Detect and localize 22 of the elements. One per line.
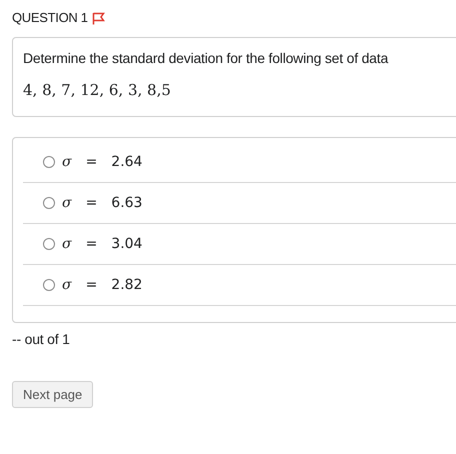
equals-sign: = — [86, 194, 98, 212]
radio-button[interactable] — [43, 279, 55, 291]
sigma-symbol: σ — [62, 194, 72, 212]
question-text: Determine the standard deviation for the following set of data — [23, 49, 390, 68]
option-value: 2.82 — [111, 276, 142, 294]
option-value: 3.04 — [111, 234, 142, 254]
score-text: -- out of 1 — [12, 330, 71, 349]
radio-button[interactable] — [43, 156, 55, 168]
sigma-symbol: σ — [62, 234, 72, 254]
flag-icon[interactable] — [92, 12, 105, 25]
equals-sign: = — [86, 234, 98, 254]
sigma-symbol: σ — [62, 276, 72, 294]
option-value: 2.64 — [111, 152, 142, 172]
radio-button[interactable] — [43, 238, 55, 250]
next-page-button[interactable]: Next page — [12, 381, 94, 408]
option-value: 6.63 — [111, 194, 142, 212]
equals-sign: = — [86, 276, 98, 294]
radio-button[interactable] — [43, 197, 55, 209]
equals-sign: = — [86, 152, 98, 172]
data-set: 4, 8, 7, 12, 6, 3, 8,5 — [23, 80, 172, 100]
sigma-symbol: σ — [62, 152, 72, 172]
question-label: QUESTION 1 — [12, 9, 88, 28]
